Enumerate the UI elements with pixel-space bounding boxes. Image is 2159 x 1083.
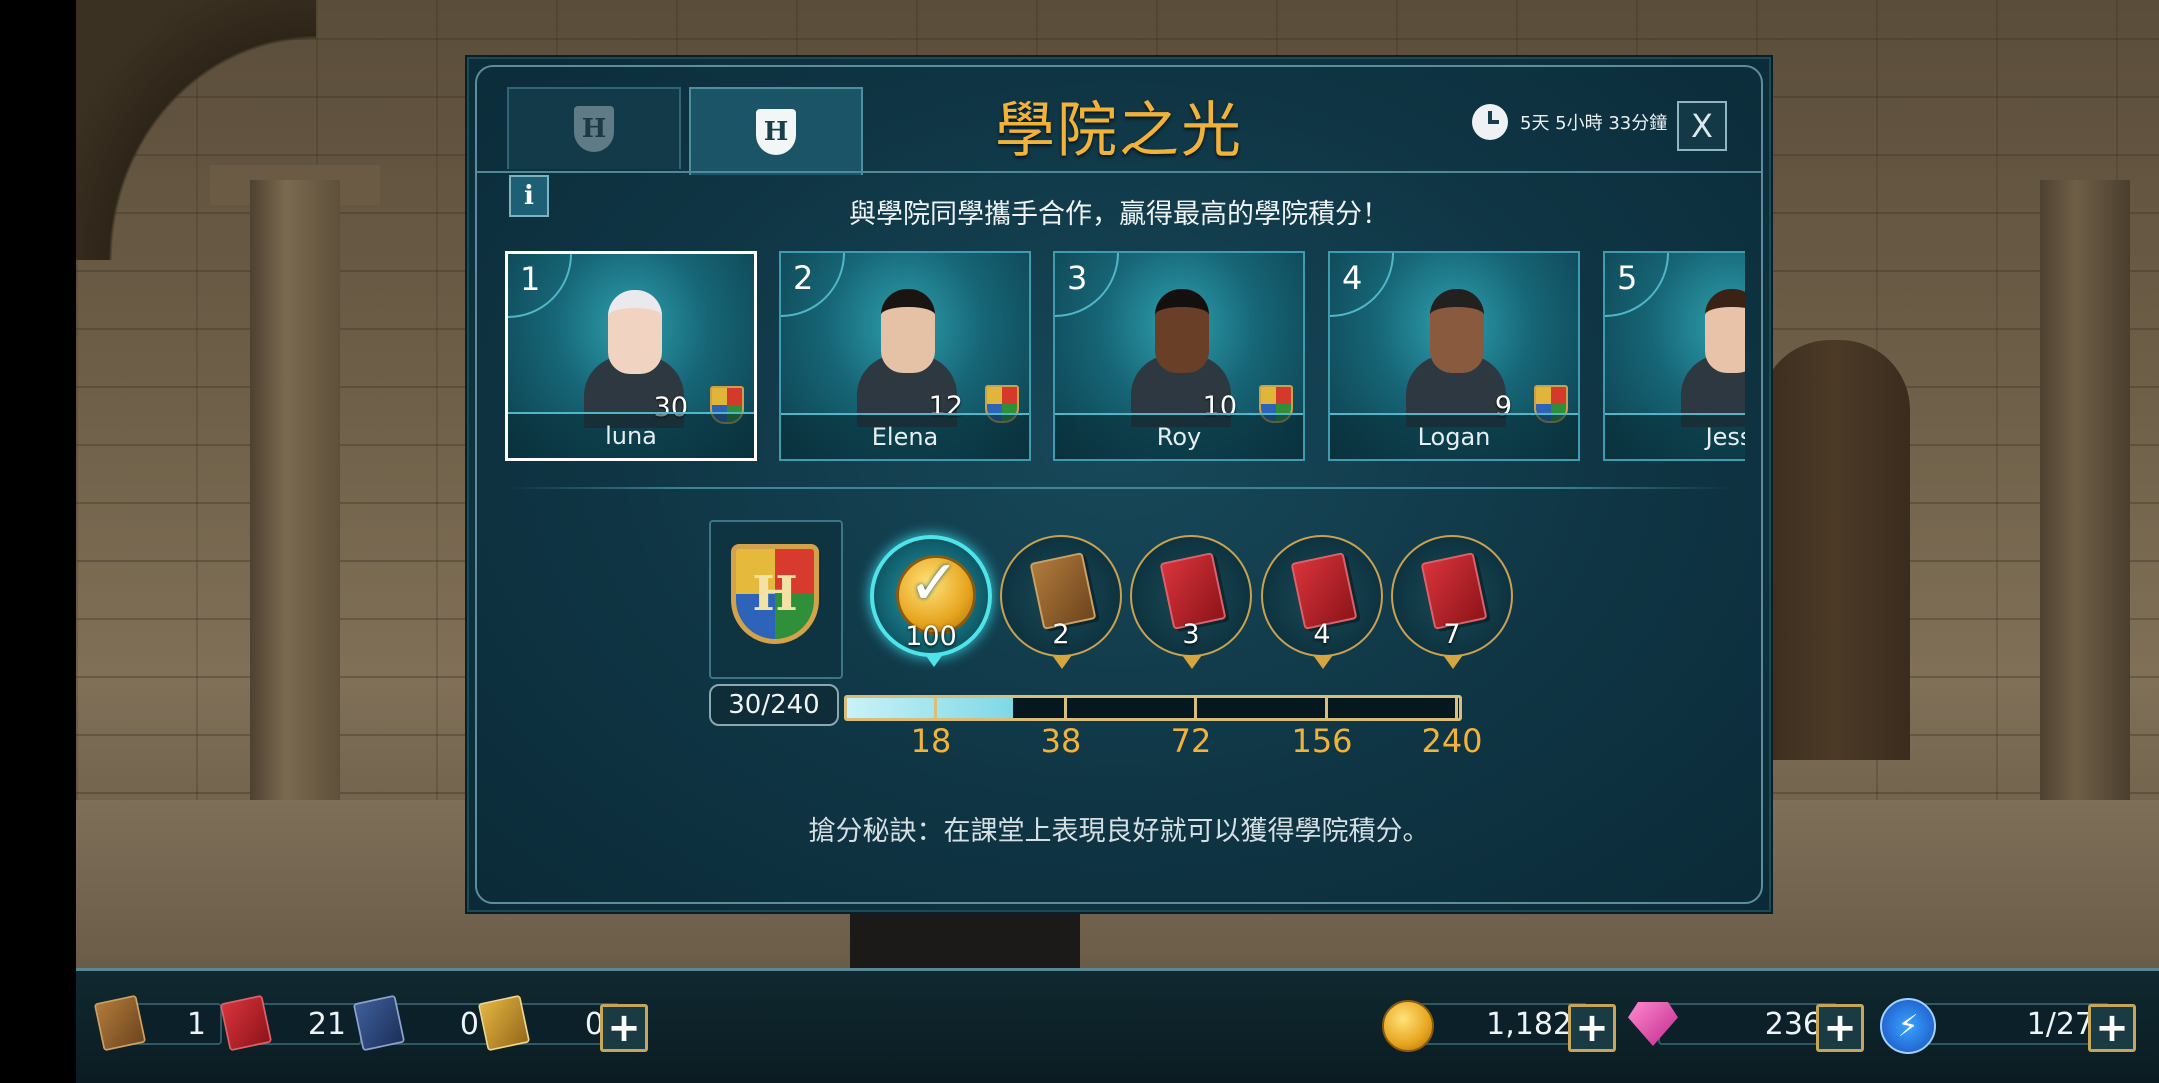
avatar-head [881, 289, 935, 373]
milestone-pointer [1443, 655, 1463, 669]
dialog-subtitle: 與學院同學攜手合作，贏得最高的學院積分！ [849, 199, 1389, 230]
milestone-threshold: 18 [910, 722, 952, 760]
coin-icon [1382, 1000, 1434, 1052]
gold-book-counter: 0 [477, 994, 620, 1052]
milestone-pointer [924, 653, 944, 667]
player-card[interactable]: 4 9 Logan [1328, 251, 1580, 461]
milestone-threshold: 240 [1421, 722, 1483, 760]
player-avatar [1406, 289, 1506, 427]
reward-quantity: 4 [1313, 619, 1331, 650]
energy-icon: ⚡ [1880, 998, 1936, 1054]
background-door [1760, 340, 1910, 760]
progress-count: 30/240 [709, 684, 839, 726]
progress-bar-tick [1325, 696, 1328, 720]
avatar-head [1155, 289, 1209, 373]
milestone-threshold: 156 [1291, 722, 1353, 760]
background-pillar-left [250, 180, 340, 810]
brown-book-counter: 1 [93, 994, 222, 1052]
clock-icon [1472, 104, 1508, 140]
progress-bar-tick [934, 696, 937, 720]
progress-bar-tick [1194, 696, 1197, 720]
milestone-pointer [1052, 655, 1072, 669]
player-avatar [1681, 289, 1745, 427]
rank-number: 5 [1605, 253, 1669, 317]
tab-underline [477, 171, 1761, 173]
reward-milestone-coin[interactable]: ✓ 100 [870, 535, 992, 667]
player-card[interactable]: 3 10 Roy [1053, 251, 1305, 461]
background-pillar-right [2040, 180, 2130, 810]
reward-quantity: 7 [1443, 619, 1461, 650]
reward-milestone-brown-book[interactable]: 2 [1000, 535, 1122, 669]
player-name: Elena [781, 413, 1029, 459]
add-books-button[interactable]: + [600, 1004, 648, 1052]
add-gems-button[interactable]: + [1816, 1004, 1864, 1052]
house-glory-dialog: H H 學院之光 5天 5小時 33分鐘 X i 與學院同學攜手合作，贏得最高的… [465, 55, 1773, 914]
rank-number: 2 [781, 253, 845, 317]
progress-bar-tick [1064, 696, 1067, 720]
milestone-pointer [1182, 655, 1202, 669]
rank-number: 4 [1330, 253, 1394, 317]
dialog-frame [475, 65, 1763, 904]
player-card[interactable]: 1 30 luna [505, 251, 757, 461]
reward-milestone-red-book[interactable]: 3 [1130, 535, 1252, 669]
house-crest-box: H [709, 520, 843, 679]
player-name: Jess [1605, 413, 1745, 459]
red-book-counter: 21 [219, 994, 362, 1052]
timer-text: 5天 5小時 33分鐘 [1520, 113, 1668, 134]
scoring-tip: 搶分秘訣：在課堂上表現良好就可以獲得學院積分。 [808, 816, 1430, 847]
rank-number: 3 [1055, 253, 1119, 317]
milestone-pointer [1313, 655, 1333, 669]
event-timer: 5天 5小時 33分鐘 [1472, 104, 1667, 140]
coin-count: 1,182 [1408, 1003, 1588, 1045]
avatar-head [1705, 289, 1745, 373]
energy-counter: 1/27 ⚡ [1880, 998, 2110, 1054]
check-icon: ✓ [908, 546, 960, 619]
coin-counter: 1,182 [1382, 1000, 1588, 1052]
milestone-threshold: 38 [1040, 722, 1082, 760]
progress-bar [844, 695, 1462, 721]
house-crest-icon: H [731, 544, 819, 644]
player-name: luna [508, 412, 754, 458]
avatar-head [1430, 289, 1484, 373]
leaderboard-cards[interactable]: 1 30 luna 2 12 Elena 3 10 Roy 4 9 Logan … [505, 245, 1745, 467]
player-name: Roy [1055, 413, 1303, 459]
reward-quantity: 100 [905, 621, 957, 652]
blue-book-counter: 0 [352, 994, 495, 1052]
gem-counter: 236 [1628, 1000, 1838, 1048]
progress-bar-tick [1455, 696, 1458, 720]
player-name: Logan [1330, 413, 1578, 459]
energy-count: 1/27 [1910, 1003, 2110, 1045]
section-divider [507, 487, 1731, 489]
add-energy-button[interactable]: + [2088, 1004, 2136, 1052]
avatar-head [608, 290, 662, 374]
reward-quantity: 3 [1182, 619, 1200, 650]
milestone-threshold: 72 [1170, 722, 1212, 760]
reward-quantity: 2 [1052, 619, 1070, 650]
add-coins-button[interactable]: + [1568, 1004, 1616, 1052]
rank-number: 1 [508, 254, 572, 318]
player-card[interactable]: 2 12 Elena [779, 251, 1031, 461]
player-card[interactable]: 5 Jess [1603, 251, 1745, 461]
reward-milestone-red-book[interactable]: 4 [1261, 535, 1383, 669]
progress-bar-fill [847, 698, 1013, 718]
reward-milestone-red-book[interactable]: 7 [1391, 535, 1513, 669]
gem-count: 236 [1658, 1003, 1838, 1045]
close-button[interactable]: X [1677, 101, 1727, 151]
